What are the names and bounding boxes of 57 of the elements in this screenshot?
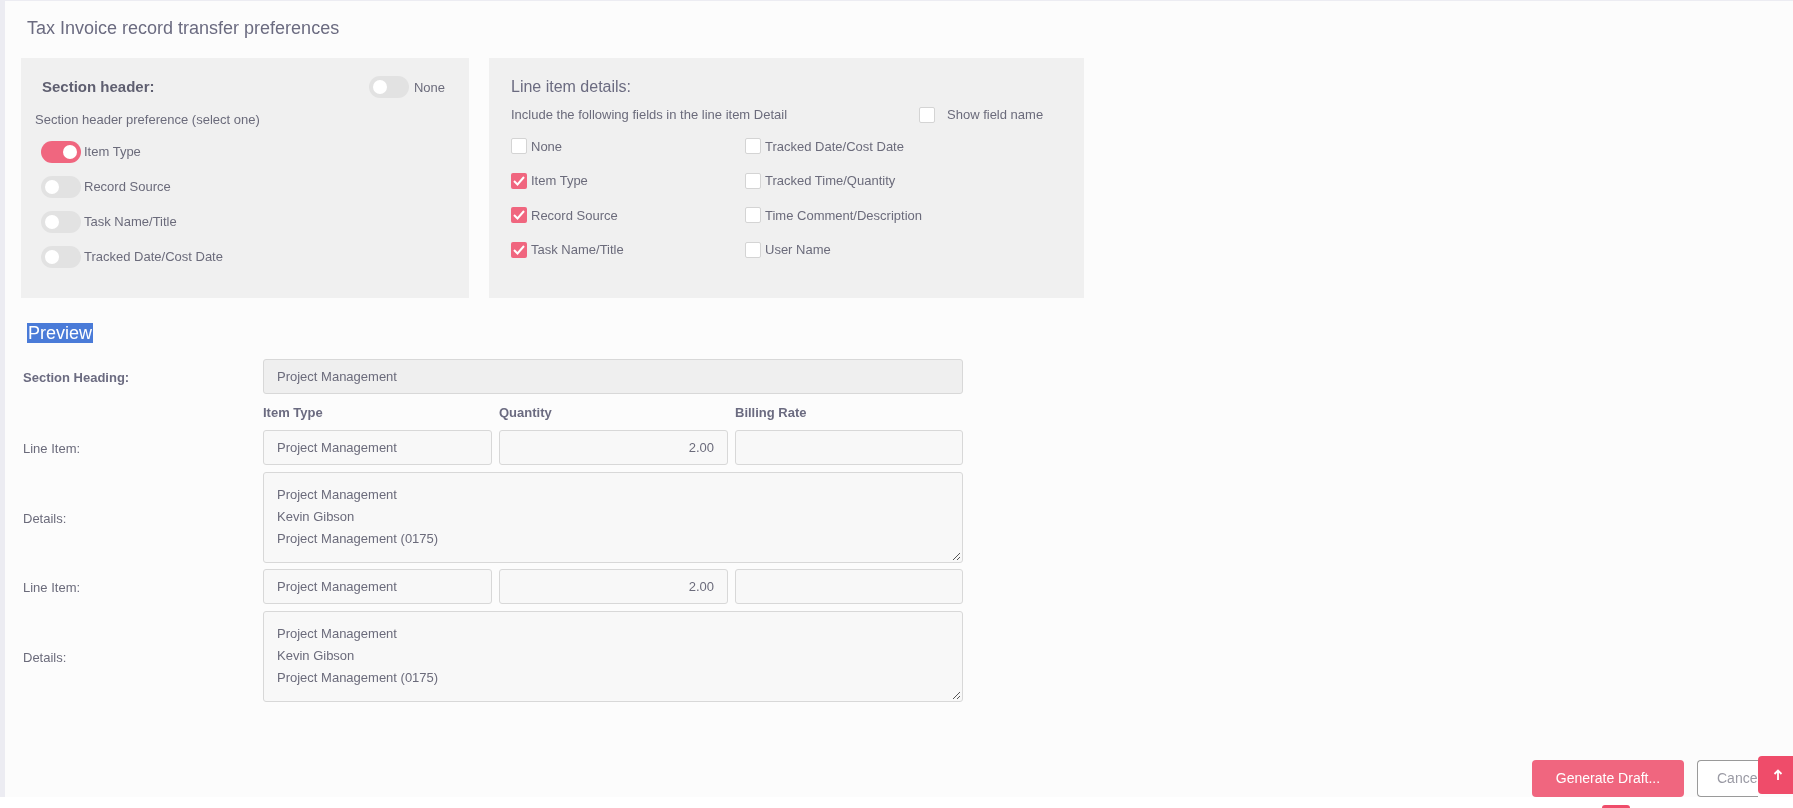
checkbox-label: Tracked Date/Cost Date — [765, 137, 904, 156]
toggle-switch[interactable] — [368, 76, 409, 99]
checkbox-label: User Name — [765, 241, 831, 259]
column-header: Quantity — [499, 405, 552, 420]
billing-rate-field[interactable] — [735, 430, 963, 465]
column-header: Item Type — [263, 405, 323, 420]
checkbox-label: Item Type — [531, 172, 588, 190]
generate-draft-button[interactable]: Generate Draft... — [1532, 760, 1684, 797]
checkbox[interactable] — [511, 138, 527, 155]
checkbox-label: Task Name/Title — [531, 241, 624, 259]
option-label: Task Name/Title — [84, 212, 177, 231]
details-text-area[interactable]: Project Management Kevin Gibson Project Management (0175) — [263, 472, 963, 563]
arrow-up-icon — [1773, 769, 1783, 781]
resize-grip-icon[interactable] — [952, 552, 961, 561]
column-header: Billing Rate — [735, 405, 807, 420]
toggle-switch[interactable] — [41, 210, 81, 233]
field-label: Details: — [23, 510, 67, 526]
checkbox[interactable] — [745, 172, 761, 189]
page-title: Tax Invoice record transfer preferences — [27, 18, 340, 38]
billing-rate-field[interactable] — [735, 569, 963, 604]
section-heading-field[interactable]: Project Management — [263, 359, 963, 394]
resize-grip-icon[interactable] — [952, 691, 961, 700]
option-label: Tracked Date/Cost Date — [84, 247, 223, 266]
checkbox[interactable] — [511, 207, 527, 224]
field-label: Details: — [23, 649, 67, 665]
toggle-switch[interactable] — [41, 140, 81, 163]
checkbox-label: Time Comment/Description — [765, 206, 922, 225]
item-type-field[interactable]: Project Management — [263, 569, 492, 604]
item-type-field[interactable]: Project Management — [263, 430, 492, 465]
panel-hint: Section header preference (select one) — [35, 111, 260, 127]
panel-hint: Include the following fields in the line item Detail — [511, 106, 789, 124]
checkbox[interactable] — [919, 106, 935, 123]
checkbox[interactable] — [511, 241, 527, 258]
field-label: Line Item: — [23, 579, 81, 595]
checkbox[interactable] — [745, 138, 761, 155]
field-label: Section Heading: — [23, 369, 130, 385]
details-text-area[interactable]: Project Management Kevin Gibson Project Management (0175) — [263, 611, 963, 702]
checkbox-label: Show field name — [947, 106, 1044, 124]
toggle-switch[interactable] — [41, 245, 81, 268]
toggle-label: None — [413, 78, 445, 97]
option-label: Item Type — [84, 142, 141, 161]
checkbox[interactable] — [745, 207, 761, 224]
field-label: Line Item: — [23, 440, 81, 456]
scroll-to-top-button[interactable] — [1758, 756, 1793, 794]
preview-heading: Preview — [27, 323, 94, 343]
toggle-switch[interactable] — [41, 175, 81, 198]
checkbox[interactable] — [511, 172, 527, 189]
option-label: Record Source — [84, 177, 171, 196]
quantity-field[interactable]: 2.00 — [499, 569, 728, 604]
checkbox-label: None — [531, 137, 563, 156]
cancel-button[interactable]: Cance — [1697, 760, 1758, 797]
checkbox-label: Tracked Time/Quantity — [765, 172, 896, 190]
checkbox[interactable] — [745, 241, 761, 258]
quantity-field[interactable]: 2.00 — [499, 430, 728, 465]
panel-heading: Line item details: — [511, 78, 632, 95]
checkbox-label: Record Source — [531, 206, 618, 225]
panel-heading: Section header: — [42, 77, 155, 97]
